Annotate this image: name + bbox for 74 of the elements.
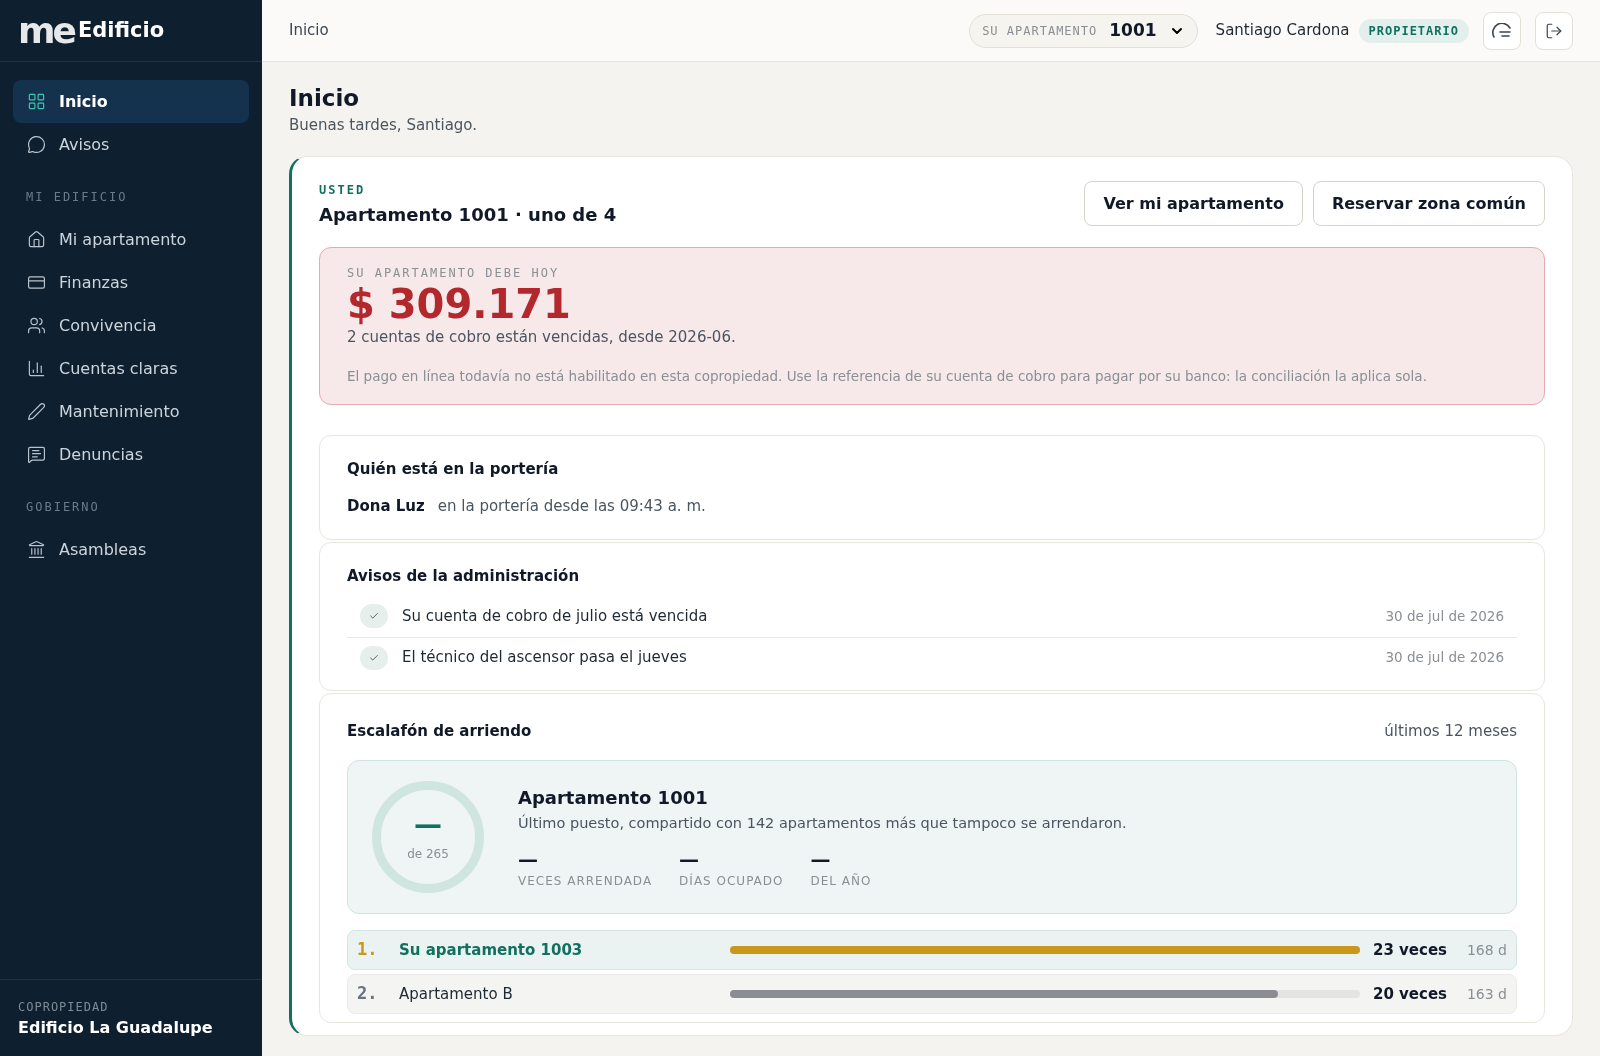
period-label: últimos 12 meses [1384, 720, 1517, 742]
section-title: Escalafón de arriendo [347, 720, 533, 742]
grid-icon [27, 92, 46, 111]
debt-label: SU APARTAMENTO DEBE HOY [347, 265, 561, 283]
position-total: de 265 [407, 846, 449, 863]
apartment-name: Apartamento B [399, 983, 514, 1005]
nav-item[interactable]: Mantenimiento [13, 390, 249, 433]
section-title: Quién está en la portería [347, 459, 560, 480]
unit-title: Apartamento 1001 · uno de 4 [319, 203, 618, 228]
logo-text: Edificio [77, 16, 165, 44]
check-icon [360, 604, 388, 628]
page-subtitle: Buenas tardes, Santiago. [289, 114, 479, 136]
notice-text: El técnico del ascensor pasa el jueves [402, 647, 688, 669]
role-badge: PROPIETARIO [1358, 18, 1469, 43]
nav-item[interactable]: Avisos [13, 123, 249, 166]
action-button[interactable]: Reservar zona común [1312, 181, 1545, 227]
bank-icon [27, 540, 46, 559]
chat-bubble-icon [27, 135, 46, 154]
nav-section-heading: MI EDIFICIO [25, 189, 129, 206]
nav-item[interactable]: Asambleas [13, 528, 249, 571]
rank-number: 2. [357, 982, 379, 1006]
nav-item[interactable]: Mi apartamento [13, 218, 249, 261]
action-button[interactable]: Ver mi apartamento [1084, 181, 1303, 227]
debt-amount: $ 309.171 [347, 282, 572, 327]
pen-icon [27, 402, 46, 421]
stat-label: DÍAS OCUPADO [679, 872, 784, 890]
stat-value: — [518, 846, 539, 872]
rental-count: 20 veces [1373, 983, 1449, 1005]
summary-title: Apartamento 1001 [518, 786, 709, 811]
apartment-selector[interactable]: SU APARTAMENTO 1001 [969, 13, 1198, 48]
page-title: Inicio [289, 84, 361, 113]
home-icon [27, 230, 46, 249]
user-name: Santiago Cardona [1215, 20, 1350, 42]
guard-status: en la portería desde las 09:43 a. m. [437, 495, 706, 517]
notice-date: 30 de jul de 2026 [1385, 648, 1504, 668]
nav-item[interactable]: Inicio [13, 80, 249, 123]
logout-icon [1545, 21, 1563, 40]
rank-number: 1. [357, 938, 379, 962]
occupied-days: 168 d [1455, 939, 1507, 961]
notice-row[interactable]: El técnico del ascensor pasa el jueves 30 de jul de 2026 [347, 636, 1517, 678]
menu-button[interactable] [1483, 11, 1521, 50]
rental-count: 23 veces [1373, 939, 1449, 961]
nav-item[interactable]: Denuncias [13, 433, 249, 476]
menu-icon [1491, 22, 1513, 39]
guard-name: Dona Luz [347, 495, 425, 517]
nav-item[interactable]: Finanzas [13, 261, 249, 304]
card-icon [27, 273, 46, 292]
check-icon [360, 645, 388, 670]
eyebrow: USTED [319, 182, 367, 200]
debt-detail: 2 cuentas de cobro están vencidas, desde 2026-06. [347, 327, 737, 349]
nav-item[interactable]: Cuentas claras [13, 347, 249, 390]
footer-label: COPROPIEDAD [18, 999, 110, 1016]
payment-note: El pago en línea todavía no está habilitado en esta copropiedad. Use la referencia de su cuenta de cobro para pagar por su banco: la conciliación la aplica sola. [347, 366, 1428, 386]
users-icon [27, 316, 46, 335]
property-name: Edificio La Guadalupe [18, 1017, 214, 1039]
message-icon [27, 445, 46, 464]
notice-date: 30 de jul de 2026 [1385, 606, 1504, 626]
notice-text: Su cuenta de cobro de julio está vencida [402, 605, 709, 627]
position-value: — [414, 811, 442, 839]
breadcrumb: Inicio [289, 20, 329, 42]
apartment-name: Su apartamento 1003 [399, 939, 584, 961]
notice-row[interactable]: Su cuenta de cobro de julio está vencida 30 de jul de 2026 [347, 595, 1517, 637]
stat-label: DEL AÑO [810, 872, 872, 890]
stat-value: — [679, 846, 701, 872]
bar-chart-icon [27, 359, 46, 378]
section-title: Avisos de la administración [347, 566, 581, 587]
summary-text: Último puesto, compartido con 142 apartamentos más que tampoco se arrendaron. [518, 813, 1127, 834]
stat-value: — [810, 846, 832, 872]
logo-mark: me [18, 12, 74, 49]
nav-section-heading: GOBIERNO [25, 499, 101, 516]
occupied-days: 163 d [1455, 983, 1507, 1005]
stat-label: VECES ARRENDADA [518, 872, 653, 890]
nav-item[interactable]: Convivencia [13, 304, 249, 347]
logout-button[interactable] [1535, 11, 1573, 50]
